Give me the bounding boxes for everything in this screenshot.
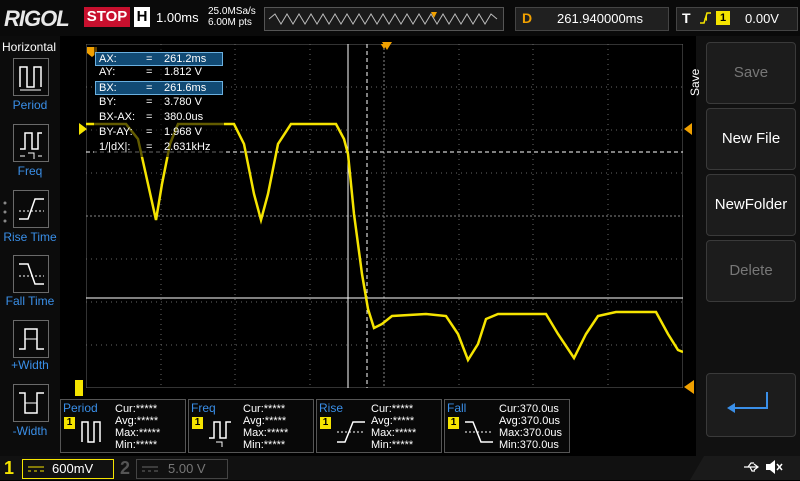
trigger-edge-icon xyxy=(698,9,712,32)
enter-arrow-icon xyxy=(727,392,768,413)
period-measure-button[interactable] xyxy=(13,58,49,96)
channel-badge: 1 xyxy=(320,417,331,429)
rise-time-icon xyxy=(337,421,365,443)
freq-icon xyxy=(20,132,42,159)
rise-time-icon xyxy=(19,198,44,220)
channel2-number[interactable]: 2 xyxy=(120,458,130,479)
freq-measure-button[interactable] xyxy=(13,124,49,162)
channel-badge: 1 xyxy=(448,417,459,429)
measure-min: Min:***** xyxy=(243,439,286,451)
trigger-level: 0.00V xyxy=(745,11,779,26)
measure-max: Max:***** xyxy=(115,427,161,439)
delete-button[interactable]: Delete xyxy=(706,240,796,302)
trigger-channel-badge: 1 xyxy=(716,11,730,25)
cursor-row-bx-ax: BX-AX: = 380.0us xyxy=(99,111,204,123)
right-edge-marker xyxy=(684,380,694,399)
neg-width-icon xyxy=(19,392,44,414)
neg-width-label: -Width xyxy=(12,424,48,438)
memory-overview-strip[interactable] xyxy=(264,7,504,31)
acquisition-info: 25.0MSa/s 6.00M pts xyxy=(208,6,256,28)
measure-cur: Cur:***** xyxy=(243,403,286,415)
save-tab[interactable]: Save xyxy=(688,69,702,96)
new-file-button[interactable]: New File xyxy=(706,108,796,170)
fall-time-icon xyxy=(465,421,493,443)
channel1-ground-marker xyxy=(75,380,85,401)
channel2-scale: 5.00 V xyxy=(168,461,206,476)
pos-width-icon xyxy=(19,328,44,350)
delay-label: D xyxy=(522,10,533,26)
rigol-logo: RIGOL xyxy=(4,6,70,31)
memory-waveform-icon xyxy=(268,12,498,25)
measure-cur: Cur:***** xyxy=(115,403,158,415)
sample-rate: 25.0MSa/s xyxy=(208,6,256,17)
measure-fall-box[interactable]: Fall 1 Cur:370.0us Avg:370.0us Max:370.0… xyxy=(444,399,570,453)
measure-min: Min:***** xyxy=(371,439,414,451)
cursor-row-bx: BX: = 261.6ms xyxy=(95,81,223,95)
cursor-row-inv-dx: 1/|dX|: = 2.631kHz xyxy=(99,141,211,153)
measure-avg: Avg:***** xyxy=(371,415,415,427)
new-folder-button[interactable]: NewFolder xyxy=(706,174,796,236)
measure-max: Max:***** xyxy=(371,427,417,439)
measure-min: Min:370.0us xyxy=(499,439,559,451)
cursor-row-by-ay: BY-AY: = 1.968 V xyxy=(99,126,202,138)
run-stop-indicator[interactable]: STOP xyxy=(84,7,130,27)
speaker-mute-icon[interactable] xyxy=(764,458,784,481)
trigger-level-marker-right xyxy=(684,122,692,140)
pos-width-measure-button[interactable] xyxy=(13,320,49,358)
measure-period-title: Period xyxy=(63,401,98,415)
measure-max: Max:***** xyxy=(243,427,289,439)
measure-avg: Avg:***** xyxy=(243,415,287,427)
measure-rise-title: Rise xyxy=(319,401,344,415)
rise-time-label: Rise Time xyxy=(3,230,57,244)
cursor-readout-panel: AX: = 261.2ms AY: = 1.812 V BX: = 261.6ms BY: =… xyxy=(94,47,224,157)
neg-width-measure-button[interactable] xyxy=(13,384,49,422)
rise-time-measure-button[interactable] xyxy=(13,190,49,228)
horizontal-label: H xyxy=(134,7,150,27)
cursor-row-by: BY: = 3.780 V xyxy=(99,96,202,108)
measure-rise-box[interactable]: Rise 1 Cur:***** Avg:***** Max:***** Min… xyxy=(316,399,442,453)
timebase-value[interactable]: 1.00ms xyxy=(156,10,199,25)
memory-depth: 6.00M pts xyxy=(208,17,252,28)
usb-icon xyxy=(742,459,760,480)
measure-max: Max:370.0us xyxy=(499,427,562,439)
measure-freq-title: Freq xyxy=(191,401,216,415)
fall-time-icon xyxy=(19,263,44,285)
channel-badge: 1 xyxy=(192,417,203,429)
scroll-dots xyxy=(3,200,7,230)
measure-cur: Cur:370.0us xyxy=(499,403,559,415)
dc-coupling-icon xyxy=(28,466,44,472)
measure-freq-box[interactable]: Freq 1 Cur:***** Avg:***** Max:***** Min… xyxy=(188,399,314,453)
measure-cur: Cur:***** xyxy=(371,403,414,415)
dc-coupling-icon xyxy=(142,466,158,472)
save-button[interactable]: Save xyxy=(706,42,796,104)
trigger-box[interactable] xyxy=(676,7,798,31)
measure-avg: Avg:370.0us xyxy=(499,415,560,427)
channel1-offset-marker xyxy=(79,122,87,140)
period-label: Period xyxy=(12,98,48,112)
channel1-scale: 600mV xyxy=(52,461,94,476)
fall-time-measure-button[interactable] xyxy=(13,255,49,293)
freq-icon xyxy=(209,421,231,447)
trigger-label: T xyxy=(682,10,691,26)
delay-value: 261.940000ms xyxy=(557,11,644,26)
measure-min: Min:***** xyxy=(115,439,158,451)
cursor-row-ax: AX: = 261.2ms xyxy=(95,52,223,66)
pos-width-label: +Width xyxy=(11,358,49,372)
cursor-row-ay: AY: = 1.812 V xyxy=(99,66,202,78)
trigger-time-marker xyxy=(382,37,392,55)
measure-avg: Avg:***** xyxy=(115,415,159,427)
measure-fall-title: Fall xyxy=(447,401,467,415)
sidebar-title: Horizontal xyxy=(2,40,57,54)
period-icon xyxy=(81,421,101,443)
channel-badge: 1 xyxy=(64,417,75,429)
period-icon xyxy=(19,66,42,91)
fall-time-label: Fall Time xyxy=(5,294,55,308)
channel1-number[interactable]: 1 xyxy=(4,458,14,479)
enter-button[interactable] xyxy=(706,373,796,437)
measure-period-box[interactable]: Period 1 Cur:***** Avg:***** Max:***** M… xyxy=(60,399,186,453)
freq-label: Freq xyxy=(17,164,43,178)
